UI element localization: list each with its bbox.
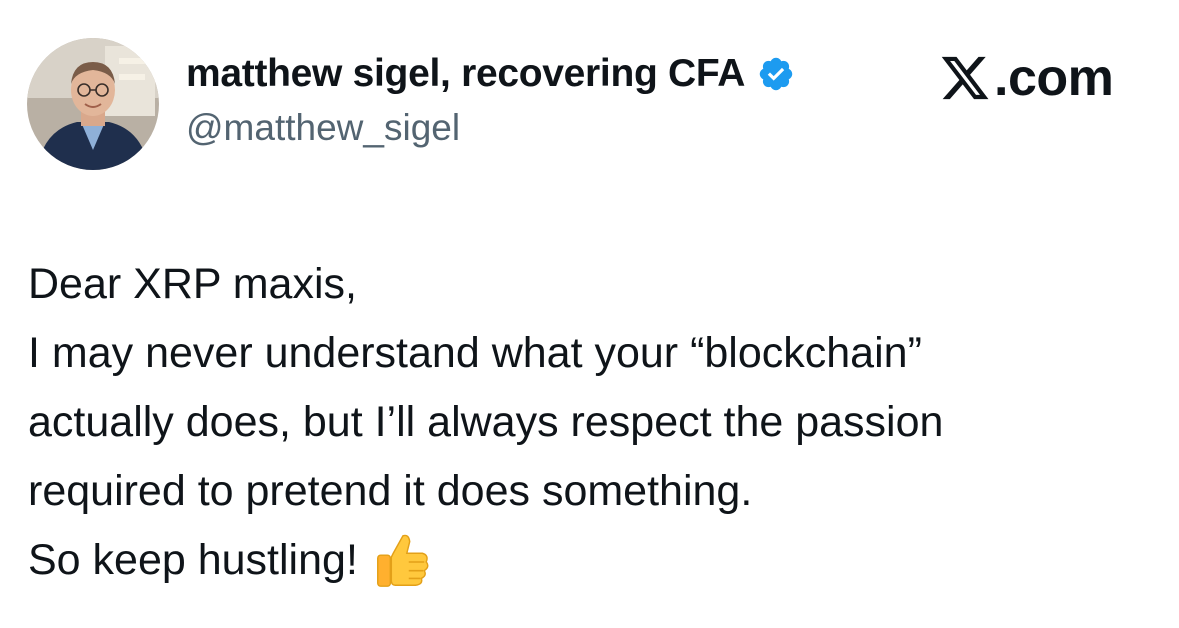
tweet-line: required to pretend it does something. — [28, 467, 753, 515]
tweet-text: Dear XRP maxis, I may never understand w… — [28, 250, 1158, 595]
tweet-last-line: So keep hustling! — [28, 526, 1158, 595]
avatar-photo — [27, 38, 159, 170]
avatar[interactable] — [27, 38, 159, 170]
brand-watermark: .com — [938, 49, 1114, 107]
tweet-line: actually does, but I’ll always respect t… — [28, 398, 944, 446]
tweet-line: So keep hustling! — [28, 536, 358, 584]
display-name[interactable]: matthew sigel, recovering CFA — [186, 52, 745, 96]
tweet-line: I may never understand what your “blockc… — [28, 329, 922, 377]
thumbs-up-icon — [370, 530, 432, 592]
brand-domain-suffix: .com — [994, 49, 1114, 107]
verified-badge-icon — [757, 55, 795, 93]
x-logo-icon — [938, 52, 992, 104]
author-header: matthew sigel, recovering CFA — [186, 52, 795, 96]
author-handle[interactable]: @matthew_sigel — [186, 107, 460, 149]
tweet-line: Dear XRP maxis, — [28, 260, 357, 308]
